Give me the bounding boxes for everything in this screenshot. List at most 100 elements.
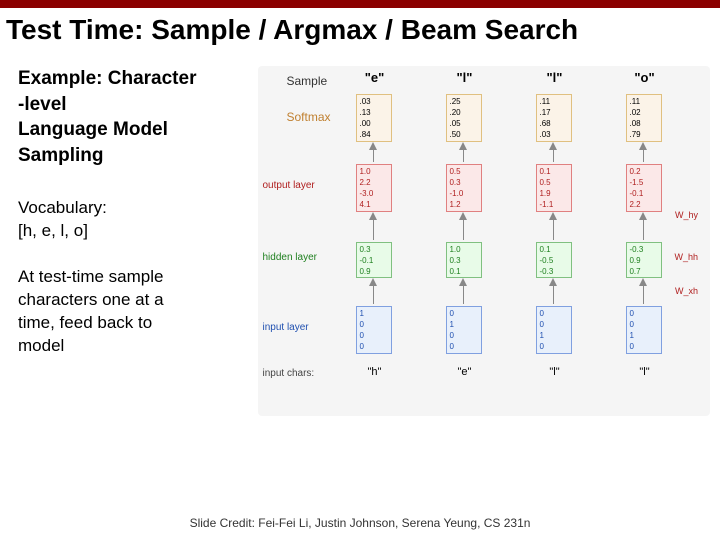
cell: 0.5: [539, 177, 569, 188]
input-layer-label: input layer: [262, 322, 308, 333]
cell: 1.0: [449, 244, 479, 255]
cell: 1.9: [539, 188, 569, 199]
cell: 0.9: [359, 266, 389, 277]
slide-title: Test Time: Sample / Argmax / Beam Search: [0, 8, 720, 46]
cell: .11: [539, 96, 569, 107]
cell: .08: [629, 118, 659, 129]
up-arrow-icon: [639, 278, 647, 286]
hidden-box: 0.3 -0.1 0.9: [356, 242, 392, 278]
output-box: 0.5 0.3 -1.0 1.2: [446, 164, 482, 212]
up-arrow-icon: [639, 142, 647, 150]
cell: .17: [539, 107, 569, 118]
up-arrow-icon: [459, 212, 467, 220]
weight-label-whh: W_hh: [674, 252, 698, 262]
rnn-diagram: Sample Softmax output layer hidden layer…: [258, 66, 710, 416]
output-box: 1.0 2.2 -3.0 4.1: [356, 164, 392, 212]
sampled-char: "l": [444, 70, 484, 85]
text-line: Example: Character: [18, 66, 258, 92]
cell: 1: [539, 330, 569, 341]
main-area: Example: Character -level Language Model…: [0, 46, 720, 416]
softmax-label: Softmax: [286, 110, 330, 124]
cell: 0.3: [449, 255, 479, 266]
up-arrow-icon: [369, 212, 377, 220]
softmax-box: .03 .13 .00 .84: [356, 94, 392, 142]
hidden-box: 0.1 -0.5 -0.3: [536, 242, 572, 278]
cell: -1.0: [449, 188, 479, 199]
sampled-char: "e": [354, 70, 394, 85]
cell: 0.9: [629, 255, 659, 266]
left-block-3: At test-time sample characters one at a …: [18, 266, 258, 358]
cell: .79: [629, 129, 659, 140]
text-line: Vocabulary:: [18, 197, 258, 220]
cell: 1: [449, 319, 479, 330]
cell: 0.3: [359, 244, 389, 255]
cell: 0.1: [539, 166, 569, 177]
text-line: characters one at a: [18, 289, 258, 312]
cell: .02: [629, 107, 659, 118]
cell: 0.2: [629, 166, 659, 177]
cell: 2.2: [359, 177, 389, 188]
input-box: 1 0 0 0: [356, 306, 392, 354]
weight-label-wxh: W_xh: [675, 286, 698, 296]
cell: .00: [359, 118, 389, 129]
text-line: model: [18, 335, 258, 358]
cell: .68: [539, 118, 569, 129]
up-arrow-icon: [549, 212, 557, 220]
sampled-char: "o": [624, 70, 664, 85]
cell: .50: [449, 129, 479, 140]
input-char: "e": [444, 366, 484, 378]
input-chars-label: input chars:: [262, 368, 314, 379]
cell: 0: [629, 319, 659, 330]
cell: 0: [359, 319, 389, 330]
output-layer-label: output layer: [262, 180, 314, 191]
softmax-box: .11 .02 .08 .79: [626, 94, 662, 142]
hidden-box: 1.0 0.3 0.1: [446, 242, 482, 278]
text-line: [h, e, l, o]: [18, 220, 258, 243]
weight-label-why: W_hy: [675, 210, 698, 220]
text-line: Language Model: [18, 117, 258, 143]
cell: .05: [449, 118, 479, 129]
cell: 1: [359, 308, 389, 319]
up-arrow-icon: [459, 142, 467, 150]
cell: 0: [629, 341, 659, 352]
cell: 0: [449, 341, 479, 352]
cell: .84: [359, 129, 389, 140]
cell: 0.1: [539, 244, 569, 255]
input-box: 0 0 1 0: [536, 306, 572, 354]
input-char: "l": [534, 366, 574, 378]
text-line: time, feed back to: [18, 312, 258, 335]
cell: 0: [629, 308, 659, 319]
input-box: 0 1 0 0: [446, 306, 482, 354]
softmax-box: .25 .20 .05 .50: [446, 94, 482, 142]
cell: 0.7: [629, 266, 659, 277]
cell: -0.1: [629, 188, 659, 199]
cell: 4.1: [359, 199, 389, 210]
up-arrow-icon: [369, 278, 377, 286]
left-block-2: Vocabulary: [h, e, l, o]: [18, 197, 258, 243]
softmax-box: .11 .17 .68 .03: [536, 94, 572, 142]
left-block-1: Example: Character -level Language Model…: [18, 66, 258, 169]
input-char: "l": [624, 366, 664, 378]
cell: 0: [539, 308, 569, 319]
input-box: 0 0 1 0: [626, 306, 662, 354]
slide-credit: Slide Credit: Fei-Fei Li, Justin Johnson…: [0, 516, 720, 530]
cell: 0: [359, 341, 389, 352]
left-column: Example: Character -level Language Model…: [18, 66, 258, 416]
up-arrow-icon: [549, 278, 557, 286]
cell: 0.3: [449, 177, 479, 188]
cell: -0.5: [539, 255, 569, 266]
cell: .03: [539, 129, 569, 140]
up-arrow-icon: [369, 142, 377, 150]
cell: 0: [449, 330, 479, 341]
up-arrow-icon: [549, 142, 557, 150]
cell: .25: [449, 96, 479, 107]
output-box: 0.1 0.5 1.9 -1.1: [536, 164, 572, 212]
input-char: "h": [354, 366, 394, 378]
cell: 0: [449, 308, 479, 319]
cell: 0: [539, 319, 569, 330]
cell: .03: [359, 96, 389, 107]
cell: -0.3: [629, 244, 659, 255]
cell: -1.1: [539, 199, 569, 210]
cell: -1.5: [629, 177, 659, 188]
cell: 2.2: [629, 199, 659, 210]
